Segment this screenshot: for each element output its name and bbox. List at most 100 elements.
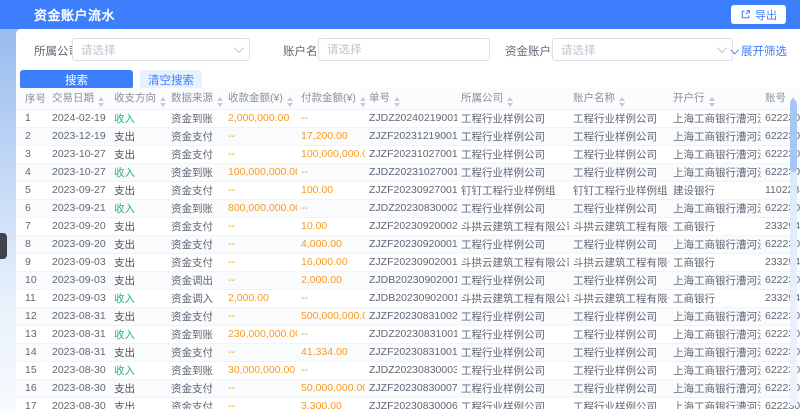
cell-company: 工程行业样例公司: [457, 343, 569, 361]
column-header-3[interactable]: 数据来源: [167, 88, 224, 109]
table-row: 142023-08-31支出资金支付--41,334.00ZJZF2023083…: [16, 343, 800, 361]
column-header-2[interactable]: 收支方向: [110, 88, 167, 109]
column-header-7[interactable]: 所属公司: [457, 88, 569, 109]
cell-income: --: [224, 217, 297, 235]
cell-income: --: [224, 181, 297, 199]
search-button[interactable]: 搜索: [20, 70, 133, 89]
cell-source: 资金到账: [167, 109, 224, 127]
clear-search-button[interactable]: 清空搜索: [140, 70, 202, 89]
company-select[interactable]: 请选择: [72, 38, 250, 61]
column-header-6[interactable]: 单号: [365, 88, 457, 109]
column-header-label: 付款金额(¥): [301, 92, 356, 104]
cell-no: 9: [16, 253, 48, 271]
cell-no: 5: [16, 181, 48, 199]
chevron-down-icon: [730, 46, 738, 54]
cell-company: 工程行业样例公司: [457, 325, 569, 343]
company-select-placeholder: 请选择: [81, 42, 234, 58]
sort-caret-icon[interactable]: [394, 97, 400, 107]
cell-direction: 收入: [110, 289, 167, 307]
column-header-8[interactable]: 账户名称: [569, 88, 669, 109]
side-widget-tab[interactable]: [0, 233, 7, 259]
cell-income: 230,000,000.00: [224, 325, 297, 343]
cell-company: 斗拱云建筑工程有限公司: [457, 289, 569, 307]
cell-date: 2023-10-27: [48, 163, 110, 181]
cell-direction: 支出: [110, 397, 167, 409]
cell-source: 资金调出: [167, 271, 224, 289]
cell-payment: 100.00: [297, 181, 365, 199]
filter-actions: 搜索 清空搜索: [16, 70, 800, 90]
cell-order_no: ZJZF20230831001: [365, 343, 457, 361]
table-header-row: 序号交易日期收支方向数据来源收款金额(¥)付款金额(¥)单号所属公司账户名称开户…: [16, 88, 800, 109]
cell-payment: 10.00: [297, 217, 365, 235]
cell-company: 工程行业样例公司: [457, 307, 569, 325]
cell-bank: 工商银行: [669, 253, 761, 271]
cell-order_no: ZJDZ20231027001: [365, 163, 457, 181]
cell-no: 16: [16, 379, 48, 397]
scrollbar-thumb[interactable]: [790, 100, 797, 172]
cell-bank: 上海工商银行漕河泾支行: [669, 199, 761, 217]
column-header-label: 交易日期: [52, 92, 94, 104]
account-type-select[interactable]: 请选择: [552, 38, 733, 61]
sort-caret-icon[interactable]: [619, 97, 625, 107]
cell-source: 资金调入: [167, 289, 224, 307]
cell-bank: 上海工商银行漕河泾支行: [669, 109, 761, 127]
table-row: 42023-10-27收入资金到账100,000,000.00--ZJDZ202…: [16, 163, 800, 181]
cell-account_name: 钉钉工程行业样例组: [569, 181, 669, 199]
table-row: 72023-09-20支出资金支付--10.00ZJZF20230920002斗…: [16, 217, 800, 235]
column-header-label: 收款金额(¥): [228, 92, 283, 104]
account-name-input[interactable]: [327, 44, 481, 56]
sort-caret-icon[interactable]: [507, 97, 513, 107]
column-header-label: 账号: [765, 92, 786, 104]
cell-account_name: 斗拱云建筑工程有限公司: [569, 289, 669, 307]
cell-date: 2023-10-27: [48, 145, 110, 163]
sort-caret-icon[interactable]: [217, 97, 223, 107]
cell-company: 工程行业样例公司: [457, 145, 569, 163]
cell-company: 斗拱云建筑工程有限公司: [457, 253, 569, 271]
page-header: 资金账户流水 导出: [0, 0, 800, 29]
cell-income: --: [224, 253, 297, 271]
sort-caret-icon[interactable]: [287, 97, 293, 107]
column-header-label: 账户名称: [573, 92, 615, 104]
sort-caret-icon[interactable]: [98, 97, 104, 107]
column-header-label: 收支方向: [114, 92, 156, 104]
cell-bank: 上海工商银行漕河泾支行: [669, 163, 761, 181]
cell-no: 14: [16, 343, 48, 361]
cell-order_no: ZJDB20230902001: [365, 271, 457, 289]
cell-account_name: 工程行业样例公司: [569, 163, 669, 181]
cell-no: 8: [16, 235, 48, 253]
cell-income: --: [224, 271, 297, 289]
cell-source: 资金支付: [167, 307, 224, 325]
cell-company: 工程行业样例公司: [457, 109, 569, 127]
cell-no: 13: [16, 325, 48, 343]
cell-source: 资金支付: [167, 217, 224, 235]
sort-caret-icon[interactable]: [160, 97, 166, 107]
transactions-table: 序号交易日期收支方向数据来源收款金额(¥)付款金额(¥)单号所属公司账户名称开户…: [16, 88, 800, 409]
sort-caret-icon[interactable]: [709, 97, 715, 107]
column-header-1[interactable]: 交易日期: [48, 88, 110, 109]
cell-income: --: [224, 307, 297, 325]
cell-no: 10: [16, 271, 48, 289]
cell-date: 2023-09-20: [48, 235, 110, 253]
table-row: 92023-09-03支出资金支付--16,000.00ZJZF20230902…: [16, 253, 800, 271]
column-header-9[interactable]: 开户行: [669, 88, 761, 109]
export-button[interactable]: 导出: [731, 5, 786, 24]
cell-company: 工程行业样例公司: [457, 271, 569, 289]
cell-no: 3: [16, 145, 48, 163]
cell-bank: 上海工商银行漕河泾支行: [669, 235, 761, 253]
table-row: 12024-02-19收入资金到账2,000,000.00--ZJDZ20240…: [16, 109, 800, 127]
table-row: 112023-09-03收入资金调入2,000.00--ZJDB20230902…: [16, 289, 800, 307]
cell-source: 资金到账: [167, 325, 224, 343]
cell-direction: 支出: [110, 127, 167, 145]
column-header-5[interactable]: 付款金额(¥): [297, 88, 365, 109]
cell-company: 工程行业样例公司: [457, 397, 569, 409]
cell-direction: 收入: [110, 109, 167, 127]
cell-bank: 工商银行: [669, 289, 761, 307]
cell-source: 资金支付: [167, 145, 224, 163]
column-header-4[interactable]: 收款金额(¥): [224, 88, 297, 109]
cell-date: 2023-08-30: [48, 397, 110, 409]
cell-income: --: [224, 145, 297, 163]
cell-no: 6: [16, 199, 48, 217]
cell-payment: 2,000.00: [297, 271, 365, 289]
sort-caret-icon[interactable]: [360, 97, 365, 107]
expand-filters-link[interactable]: 展开筛选: [731, 43, 787, 59]
